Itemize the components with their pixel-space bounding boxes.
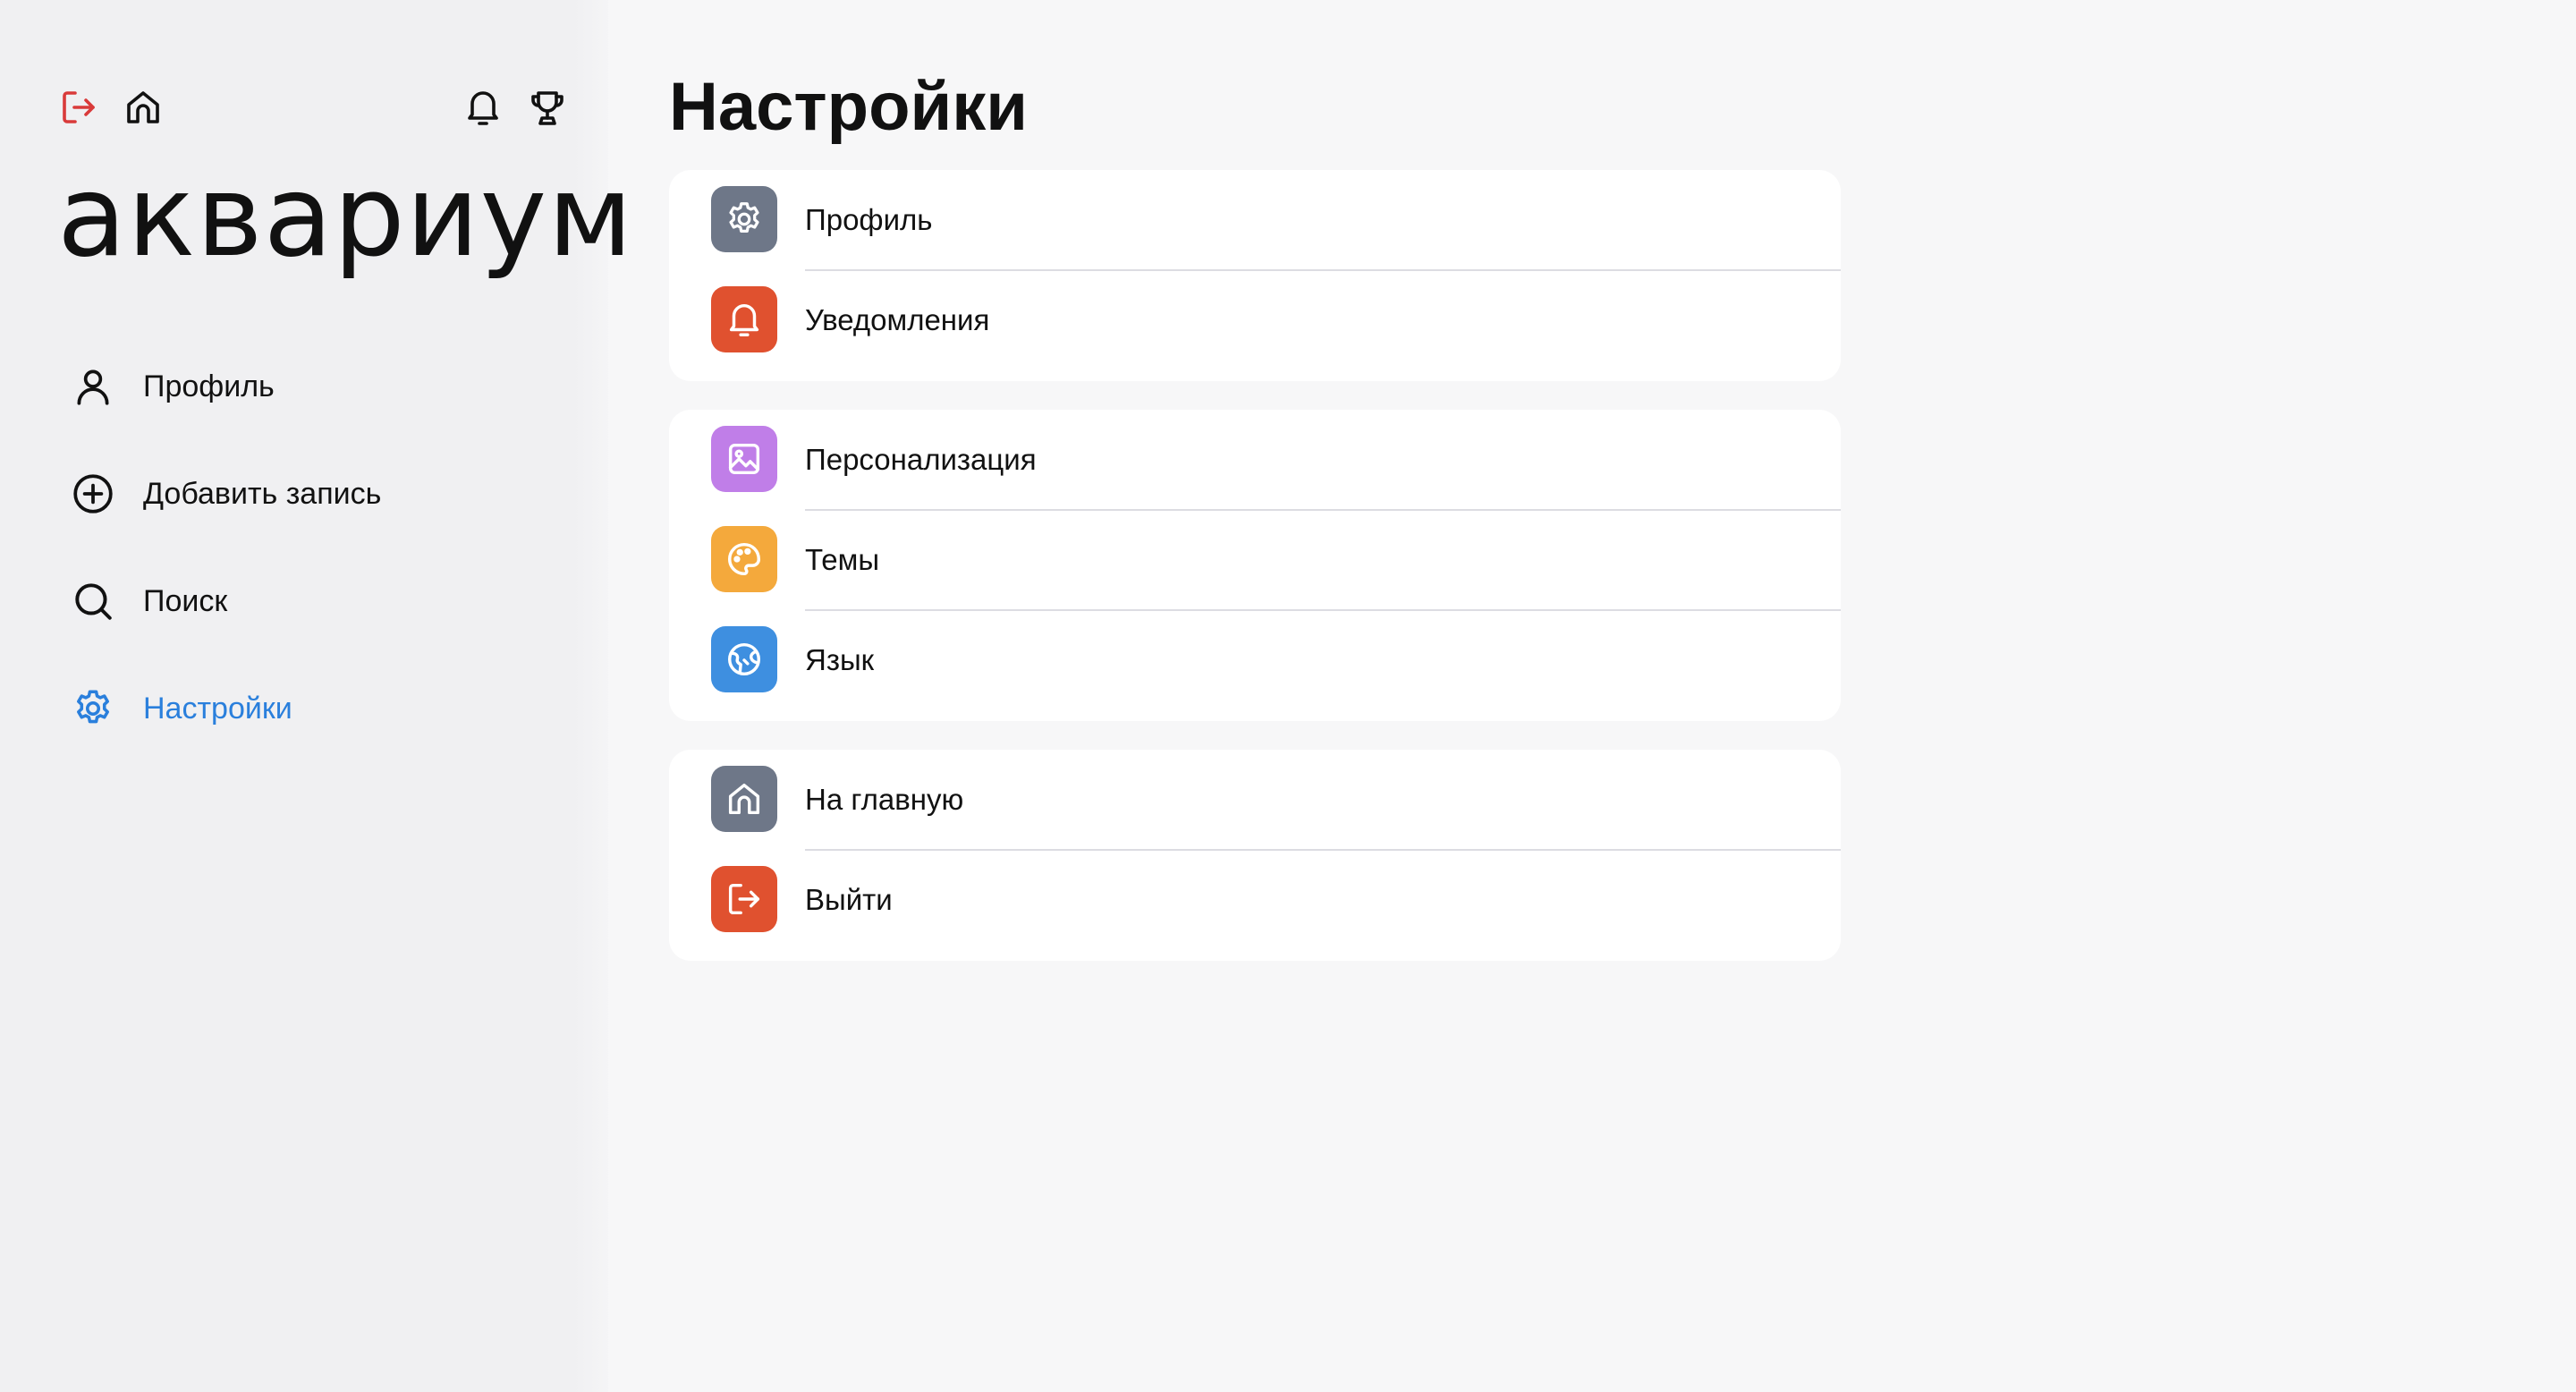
sidebar-item-label: Профиль (143, 369, 275, 403)
settings-row-label: Уведомления (805, 303, 990, 336)
settings-row-label: Темы (805, 543, 880, 576)
bell-icon[interactable] (458, 82, 508, 132)
search-icon (66, 574, 120, 628)
app-root: аквариум Профиль Добавить запись Поиск Н… (0, 0, 2576, 1392)
settings-row-label: Язык (805, 643, 875, 676)
brand-logo: аквариум (57, 150, 634, 282)
settings-row-logout[interactable]: Выйти (669, 850, 1841, 950)
sidebar-item-settings[interactable]: Настройки (66, 678, 567, 739)
sidebar-item-add-entry[interactable]: Добавить запись (66, 463, 567, 524)
sidebar-item-profile[interactable]: Профиль (66, 356, 567, 417)
settings-group-account: Профиль Уведомления (669, 170, 1841, 381)
settings-group-appearance: Персонализация Темы Язык (669, 410, 1841, 721)
settings-row-label: Выйти (805, 883, 893, 916)
logout-icon (711, 866, 777, 932)
sidebar-item-label: Поиск (143, 583, 228, 618)
sidebar-nav: Профиль Добавить запись Поиск Настройки (66, 356, 567, 785)
trophy-icon[interactable] (522, 82, 572, 132)
sidebar: аквариум Профиль Добавить запись Поиск Н… (0, 0, 632, 1392)
sidebar-item-label: Настройки (143, 691, 292, 726)
gear-icon (66, 682, 120, 735)
palette-icon (711, 526, 777, 592)
settings-group-navigation: На главную Выйти (669, 750, 1841, 961)
settings-row-home[interactable]: На главную (669, 750, 1841, 851)
settings-row-personalization[interactable]: Персонализация (669, 410, 1841, 511)
home-icon[interactable] (118, 82, 168, 132)
settings-row-label: На главную (805, 783, 964, 816)
sidebar-item-search[interactable]: Поиск (66, 571, 567, 632)
settings-row-notifications[interactable]: Уведомления (669, 270, 1841, 370)
sidebar-top-icons (0, 82, 608, 132)
settings-row-label: Персонализация (805, 443, 1037, 476)
bell-icon (711, 286, 777, 352)
settings-row-language[interactable]: Язык (669, 610, 1841, 710)
globe-icon (711, 626, 777, 692)
settings-row-profile[interactable]: Профиль (669, 170, 1841, 271)
user-icon (66, 360, 120, 413)
home-icon (711, 766, 777, 832)
logout-icon[interactable] (54, 82, 104, 132)
settings-row-label: Профиль (805, 203, 933, 236)
settings-row-themes[interactable]: Темы (669, 510, 1841, 611)
sidebar-item-label: Добавить запись (143, 476, 382, 511)
image-icon (711, 426, 777, 492)
plus-circle-icon (66, 467, 120, 521)
gear-icon (711, 186, 777, 252)
page-title: Настройки (669, 69, 1028, 145)
